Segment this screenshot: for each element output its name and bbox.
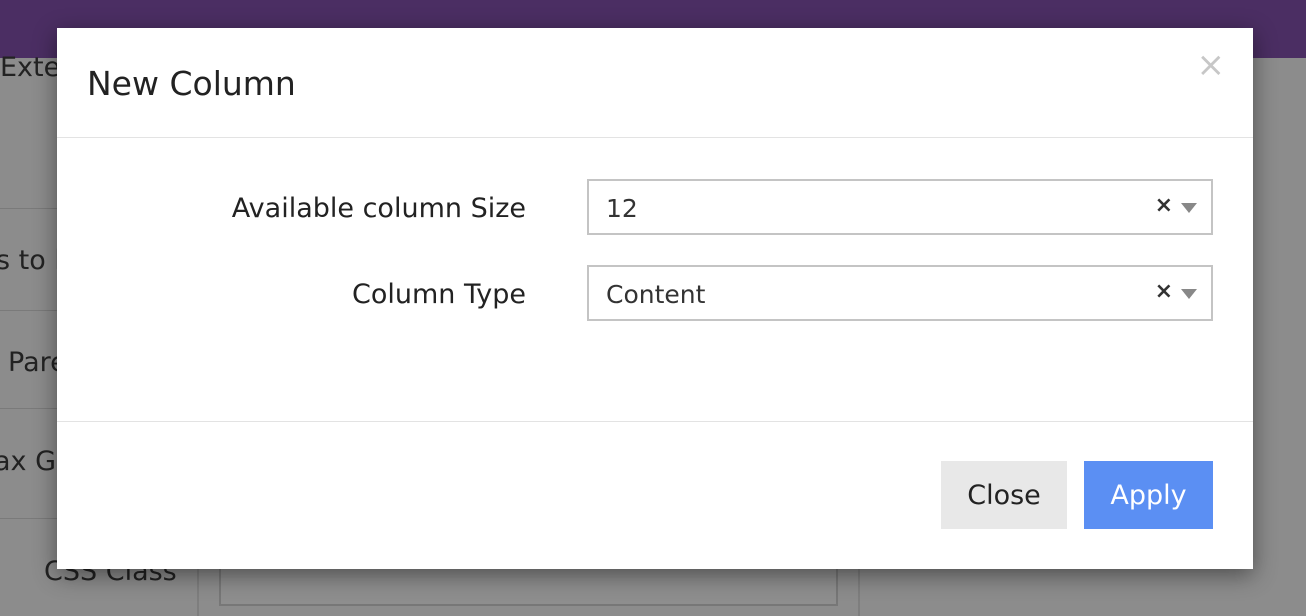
column-size-value: 12 xyxy=(606,194,638,223)
column-type-value: Content xyxy=(606,280,706,309)
column-type-label: Column Type xyxy=(352,279,526,310)
form-row-column-size: Available column Size 12 × xyxy=(57,179,1253,235)
close-icon[interactable]: × xyxy=(1197,48,1226,82)
modal-header: New Column × xyxy=(57,28,1253,138)
bg-label-extensions: Exte xyxy=(0,52,61,83)
column-size-select[interactable]: 12 × xyxy=(587,179,1213,235)
apply-button[interactable]: Apply xyxy=(1084,461,1213,529)
chevron-down-icon[interactable] xyxy=(1181,289,1197,299)
chevron-down-icon[interactable] xyxy=(1181,203,1197,213)
form-row-column-type: Column Type Content × xyxy=(57,265,1253,321)
clear-icon[interactable]: × xyxy=(1155,281,1173,303)
clear-icon[interactable]: × xyxy=(1155,195,1173,217)
close-button[interactable]: Close xyxy=(941,461,1067,529)
bg-label-rows: s to l xyxy=(0,245,62,276)
column-size-label: Available column Size xyxy=(231,193,526,224)
column-type-select[interactable]: Content × xyxy=(587,265,1213,321)
modal-title: New Column xyxy=(87,64,296,103)
modal-footer: Close Apply xyxy=(57,421,1253,569)
new-column-modal: New Column × Available column Size 12 × … xyxy=(57,28,1253,569)
